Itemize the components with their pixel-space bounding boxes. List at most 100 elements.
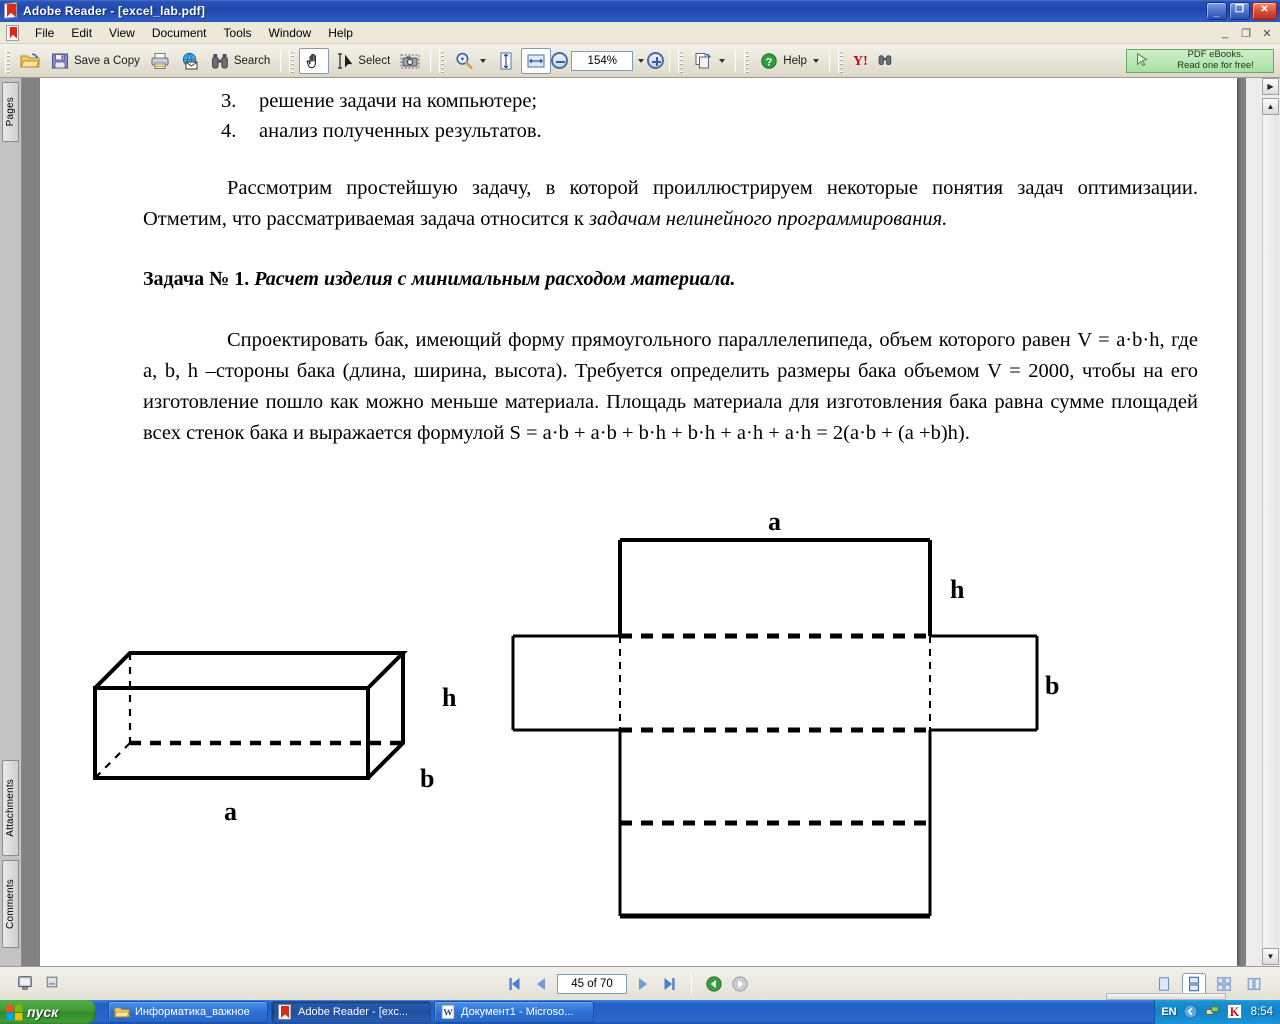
toolbar-grip[interactable] <box>678 48 686 73</box>
monitor-icon[interactable] <box>16 974 36 994</box>
scroll-down-button[interactable]: ▼ <box>1262 948 1279 965</box>
layout-continuous-facing-button[interactable] <box>1242 973 1266 995</box>
scroll-split-button[interactable]: ▶ <box>1262 78 1279 95</box>
adobe-reader-icon <box>277 1004 293 1020</box>
task-heading: Задача № 1. Расчет изделия с минимальным… <box>143 268 1198 291</box>
mdi-restore-button[interactable]: ❐ <box>1237 25 1255 41</box>
search-button[interactable]: Search <box>205 48 275 74</box>
language-indicator[interactable]: EN <box>1161 1006 1176 1018</box>
sidebar-tab-attachments[interactable]: Attachments <box>2 760 19 856</box>
figures-area: h b a a h b <box>40 508 1237 958</box>
vertical-scrollbar[interactable]: ▶ ▲ ▼ <box>1246 78 1280 966</box>
clock[interactable]: 8:54 <box>1251 1006 1273 1018</box>
start-button-label: пуск <box>27 1004 59 1020</box>
mdi-close-button[interactable]: ✕ <box>1258 25 1276 41</box>
sidebar-tab-comments[interactable]: Comments <box>2 860 19 948</box>
menu-item-tools[interactable]: Tools <box>216 24 260 42</box>
ad-line-1: PDF eBooks. <box>1187 49 1244 61</box>
toolbar-grip[interactable] <box>289 48 297 73</box>
list-item: 3. решение задачи на компьютере; <box>143 86 1198 116</box>
email-button[interactable] <box>175 48 205 74</box>
page-number-input[interactable]: 45 of 70 <box>557 973 627 994</box>
print-button[interactable] <box>145 48 175 74</box>
cursor-arrow-icon <box>1133 51 1153 71</box>
pages-panel-button[interactable] <box>688 48 730 74</box>
pdf-ebooks-ad[interactable]: PDF eBooks. Read one for free! <box>1126 49 1274 73</box>
mdi-minimize-button[interactable]: _ <box>1216 25 1234 41</box>
minimize-button[interactable]: _ <box>1206 2 1227 20</box>
snapshot-button[interactable] <box>395 48 425 74</box>
chevron-down-icon[interactable] <box>719 58 726 63</box>
navigation-pane: Pages Attachments Comments <box>0 78 22 966</box>
document-scroll-area[interactable]: 3. решение задачи на компьютере; 4. анал… <box>23 78 1246 966</box>
figure-net-label-b: b <box>1045 671 1059 700</box>
word-icon: W <box>440 1004 456 1020</box>
last-page-button[interactable] <box>659 974 679 994</box>
yahoo-search-button[interactable]: Y! <box>848 48 902 74</box>
toolbar-grip[interactable] <box>439 48 447 73</box>
hand-tool-button[interactable] <box>299 47 330 74</box>
fit-width-button[interactable] <box>521 47 552 74</box>
sidebar-tab-attachments-label: Attachments <box>5 779 16 837</box>
next-view-button[interactable] <box>730 974 750 994</box>
figure-box-3d-label-a: a <box>224 797 237 826</box>
windows-flag-icon <box>6 1004 23 1020</box>
fit-page-button[interactable] <box>491 48 521 74</box>
menu-item-help[interactable]: Help <box>320 24 361 42</box>
network-icon[interactable] <box>1205 1004 1221 1020</box>
toolbar-grip[interactable] <box>744 48 752 73</box>
help-button[interactable]: ? Help <box>754 48 824 74</box>
chevron-down-icon[interactable] <box>480 58 487 63</box>
menu-item-window[interactable]: Window <box>261 24 320 42</box>
menu-item-view[interactable]: View <box>101 24 143 42</box>
scrollbar-track[interactable] <box>1262 116 1279 947</box>
open-button[interactable] <box>15 48 45 74</box>
save-copy-button[interactable]: Save a Copy <box>45 48 145 74</box>
previous-page-button[interactable] <box>531 974 551 994</box>
work-area: Pages Attachments Comments 3. решение за… <box>0 78 1280 966</box>
chevron-down-icon[interactable] <box>638 58 645 63</box>
kaspersky-icon[interactable]: K <box>1227 1004 1243 1020</box>
next-page-button[interactable] <box>633 974 653 994</box>
menu-item-document[interactable]: Document <box>144 24 215 42</box>
show-hidden-icons-button[interactable] <box>1183 1004 1199 1020</box>
close-button[interactable]: ✕ <box>1252 2 1277 20</box>
text-select-icon <box>334 51 354 71</box>
sidebar-tab-pages[interactable]: Pages <box>2 82 19 142</box>
zoom-tool-button[interactable] <box>449 48 491 74</box>
zoom-value-input[interactable]: 154% <box>571 50 634 71</box>
layout-single-page-button[interactable] <box>1152 973 1176 995</box>
mdi-window-controls: _ ❐ ✕ <box>1216 25 1276 41</box>
menu-item-file[interactable]: File <box>27 24 62 42</box>
maximize-button[interactable]: ❐ <box>1229 2 1250 20</box>
horizontal-scrollbar[interactable] <box>1106 993 1226 1000</box>
system-tray: EN K 8:54 <box>1154 1000 1280 1024</box>
previous-view-button[interactable] <box>704 974 724 994</box>
layout-facing-button[interactable] <box>1212 973 1236 995</box>
svg-text:Y!: Y! <box>853 54 868 69</box>
adobe-reader-icon <box>3 2 19 19</box>
taskbar-item-explorer[interactable]: Информатика_важное <box>108 1001 268 1023</box>
window-title: Adobe Reader - [excel_lab.pdf] <box>23 4 206 18</box>
chevron-down-icon[interactable] <box>812 58 819 63</box>
page-thumb-icon[interactable] <box>44 974 64 994</box>
scroll-up-button[interactable]: ▲ <box>1262 98 1279 115</box>
zoom-out-button[interactable] <box>551 52 569 69</box>
first-page-button[interactable] <box>505 974 525 994</box>
toolbar-separator <box>430 49 432 72</box>
printer-icon <box>150 51 170 71</box>
binoculars-icon <box>210 51 230 71</box>
toolbar-grip[interactable] <box>837 48 845 73</box>
title-bar: Adobe Reader - [excel_lab.pdf] _ ❐ ✕ <box>0 0 1280 22</box>
taskbar-item-adobe-reader[interactable]: Adobe Reader - [exc... <box>271 1001 431 1023</box>
figure-net-label-h: h <box>950 575 965 604</box>
numbered-list: 3. решение задачи на компьютере; 4. анал… <box>143 86 1198 146</box>
layout-continuous-button[interactable] <box>1182 972 1206 995</box>
toolbar-grip[interactable] <box>5 48 12 73</box>
start-button[interactable]: пуск <box>0 1000 96 1024</box>
zoom-in-button[interactable] <box>647 52 665 69</box>
taskbar-item-word[interactable]: W Документ1 - Microso... <box>434 1001 594 1023</box>
menu-item-edit[interactable]: Edit <box>63 24 100 42</box>
select-tool-button[interactable]: Select <box>329 48 395 74</box>
toolbar-separator <box>735 49 737 72</box>
